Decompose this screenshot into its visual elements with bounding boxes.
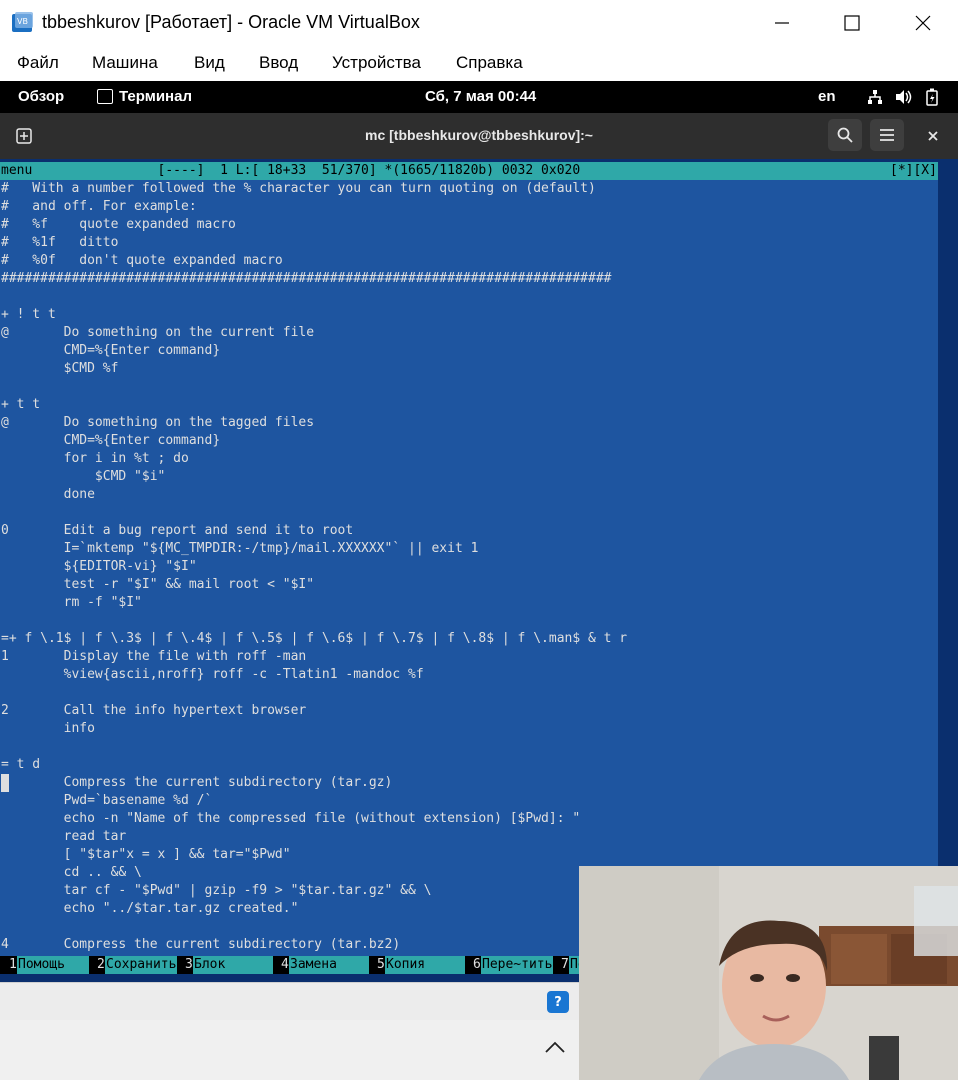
- code-line[interactable]: rm -f "$I": [1, 594, 142, 612]
- code-line[interactable]: 0 Edit a bug report and send it to root: [1, 522, 353, 540]
- fkey-number: 6: [473, 957, 481, 972]
- volume-icon[interactable]: [895, 89, 913, 105]
- code-line[interactable]: # %1f ditto: [1, 234, 118, 252]
- fkey-save[interactable]: Сохранить: [105, 956, 177, 974]
- fkey-number: 3: [185, 957, 193, 972]
- hamburger-menu-icon: [880, 129, 894, 141]
- close-icon: [915, 15, 931, 31]
- text-cursor: [1, 774, 9, 792]
- fkey-move[interactable]: Пере~тить: [481, 956, 553, 974]
- code-line[interactable]: ########################################…: [1, 270, 611, 288]
- code-line[interactable]: # %f quote expanded macro: [1, 216, 236, 234]
- hamburger-menu-button[interactable]: [870, 119, 904, 151]
- code-line[interactable]: @ Do something on the tagged files: [1, 414, 314, 432]
- code-line[interactable]: @ Do something on the current file: [1, 324, 314, 342]
- minimize-button[interactable]: [747, 0, 817, 46]
- fkey-block[interactable]: Блок: [193, 956, 273, 974]
- code-line[interactable]: # %0f don't quote expanded macro: [1, 252, 283, 270]
- code-line[interactable]: $CMD %f: [1, 360, 119, 378]
- fkey-replace[interactable]: Замена: [289, 956, 369, 974]
- code-line[interactable]: info: [1, 720, 95, 738]
- clock[interactable]: Сб, 7 мая 00:44: [425, 88, 536, 105]
- code-line[interactable]: [ "$tar"x = x ] && tar="$Pwd": [1, 846, 291, 864]
- code-line[interactable]: I=`mktemp "${MC_TMPDIR:-/tmp}/mail.XXXXX…: [1, 540, 479, 558]
- menu-help[interactable]: Справка: [456, 53, 523, 73]
- code-line[interactable]: 2 Call the info hypertext browser: [1, 702, 306, 720]
- search-icon: [837, 127, 853, 143]
- code-line[interactable]: cd .. && \: [1, 864, 142, 882]
- code-line[interactable]: tar cf - "$Pwd" | gzip -f9 > "$tar.tar.g…: [1, 882, 432, 900]
- menu-file[interactable]: Файл: [17, 53, 59, 73]
- code-line[interactable]: # and off. For example:: [1, 198, 197, 216]
- svg-text:VB: VB: [17, 17, 28, 26]
- fkey-number: 4: [281, 957, 289, 972]
- terminal-app-icon: [97, 89, 113, 104]
- code-line[interactable]: for i in %t ; do: [1, 450, 189, 468]
- fkey-number: 5: [377, 957, 385, 972]
- terminal-header-bar: mc [tbbeshkurov@tbbeshkurov]:~: [0, 113, 958, 159]
- code-line[interactable]: + ! t t: [1, 306, 56, 324]
- shared-folders-icon[interactable]: ?: [547, 991, 569, 1013]
- code-line[interactable]: read tar: [1, 828, 127, 846]
- code-line[interactable]: done: [1, 486, 95, 504]
- input-language-indicator[interactable]: en: [818, 88, 836, 105]
- fkey-number: 1: [9, 957, 17, 972]
- code-line[interactable]: 3 Compress the current subdirectory (tar…: [1, 774, 392, 792]
- window-title-bar[interactable]: VB tbbeshkurov [Работает] - Oracle VM Vi…: [0, 0, 958, 46]
- menu-input[interactable]: Ввод: [259, 53, 298, 73]
- code-line[interactable]: %view{ascii,nroff} roff -c -Tlatin1 -man…: [1, 666, 424, 684]
- code-line[interactable]: 4 Compress the current subdirectory (tar…: [1, 936, 400, 954]
- menu-view[interactable]: Вид: [194, 53, 225, 73]
- network-icon[interactable]: [867, 89, 883, 105]
- terminal-title: mc [tbbeshkurov@tbbeshkurov]:~: [365, 127, 593, 143]
- minimize-icon: [775, 22, 789, 24]
- fkey-number: 7: [561, 957, 569, 972]
- maximize-button[interactable]: [817, 0, 887, 46]
- battery-icon[interactable]: [926, 88, 938, 106]
- menu-machine[interactable]: Машина: [92, 53, 158, 73]
- close-icon: [928, 131, 938, 141]
- activities-button[interactable]: Обзор: [18, 88, 64, 105]
- menu-bar: Файл Машина Вид Ввод Устройства Справка: [0, 46, 958, 81]
- close-window-button[interactable]: [888, 0, 958, 46]
- code-line[interactable]: echo -n "Name of the compressed file (wi…: [1, 810, 581, 828]
- menu-devices[interactable]: Устройства: [332, 53, 421, 73]
- terminal-content[interactable]: menu [----] 1 L:[ 18+33 51/370] *(1665/1…: [0, 159, 958, 982]
- terminal-close-button[interactable]: [916, 121, 950, 151]
- webcam-video-image: [579, 866, 958, 1080]
- fkey-help[interactable]: Помощь: [17, 956, 89, 974]
- window-title: tbbeshkurov [Работает] - Oracle VM Virtu…: [42, 12, 420, 32]
- search-button[interactable]: [828, 119, 862, 151]
- virtualbox-icon: VB: [12, 12, 33, 32]
- fkey-number: 2: [97, 957, 105, 972]
- code-line[interactable]: =+ f \.1$ | f \.3$ | f \.4$ | f \.5$ | f…: [1, 630, 627, 648]
- code-line[interactable]: ${EDITOR-vi} "$I": [1, 558, 197, 576]
- webcam-overlay: [579, 866, 958, 1080]
- code-line[interactable]: Pwd=`basename %d /`: [1, 792, 213, 810]
- code-line[interactable]: $CMD "$i": [1, 468, 165, 486]
- code-line[interactable]: echo "../$tar.tar.gz created.": [1, 900, 299, 918]
- editor-status-line: menu [----] 1 L:[ 18+33 51/370] *(1665/1…: [0, 162, 938, 180]
- code-line[interactable]: CMD=%{Enter command}: [1, 342, 221, 360]
- maximize-icon: [844, 15, 860, 31]
- code-line[interactable]: # With a number followed the % character…: [1, 180, 596, 198]
- code-line[interactable]: 1 Display the file with roff -man: [1, 648, 306, 666]
- chevron-up-icon[interactable]: [544, 1040, 566, 1054]
- code-line[interactable]: test -r "$I" && mail root < "$I": [1, 576, 314, 594]
- app-menu-terminal[interactable]: Терминал: [119, 88, 192, 105]
- editor-window-buttons[interactable]: [*][X]: [890, 162, 937, 180]
- terminal-scrollbar[interactable]: [938, 162, 958, 958]
- fkey-copy[interactable]: Копия: [385, 956, 465, 974]
- code-line[interactable]: CMD=%{Enter command}: [1, 432, 221, 450]
- code-line[interactable]: = t d: [1, 756, 40, 774]
- gnome-top-bar: Обзор Терминал Сб, 7 мая 00:44 en: [0, 81, 958, 113]
- code-line[interactable]: + t t: [1, 396, 40, 414]
